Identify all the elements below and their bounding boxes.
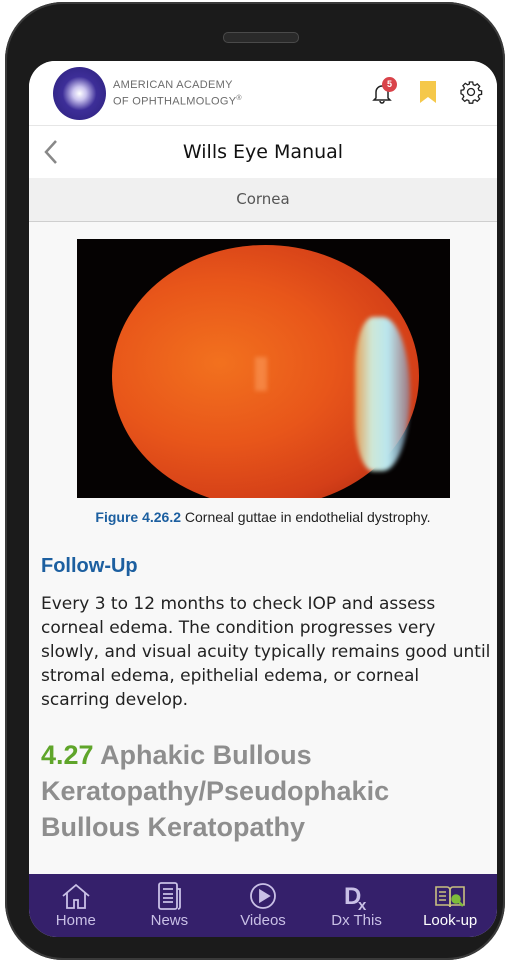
app-screen: AMERICAN ACADEMY OF OPHTHALMOLOGY® 5 Wil… — [29, 61, 497, 937]
app-header: AMERICAN ACADEMY OF OPHTHALMOLOGY® 5 — [29, 61, 497, 126]
bookmarks-button[interactable] — [420, 81, 438, 105]
registered-mark: ® — [236, 95, 242, 102]
logo-line-1: AMERICAN ACADEMY — [113, 79, 233, 91]
tab-home-label: Home — [55, 912, 96, 929]
aao-logo-text: AMERICAN ACADEMY OF OPHTHALMOLOGY® — [113, 79, 242, 109]
bookmark-icon — [420, 81, 436, 103]
notifications-button[interactable]: 5 — [370, 77, 397, 107]
figure-caption: Figure 4.26.2 Corneal guttae in endothel… — [29, 509, 497, 525]
logo-line-2: OF OPHTHALMOLOGY® — [113, 92, 242, 109]
body-paragraph: Every 3 to 12 months to check IOP and as… — [41, 594, 491, 710]
book-search-icon — [435, 886, 465, 908]
tab-news[interactable]: News — [123, 874, 217, 937]
photo-highlight — [255, 357, 267, 391]
gear-icon — [460, 81, 483, 104]
next-section-heading[interactable]: 4.27 Aphakic Bullous Keratopathy/Pseudop… — [41, 737, 481, 845]
play-circle-icon — [250, 883, 276, 909]
page-title: Wills Eye Manual — [182, 141, 344, 163]
notification-badge: 5 — [382, 77, 397, 92]
section-heading: Follow-Up — [41, 555, 138, 577]
section-label: Cornea — [29, 178, 497, 222]
figure-image[interactable] — [77, 239, 450, 498]
tab-videos[interactable]: Videos — [216, 874, 310, 937]
logo-line-2-text: OF OPHTHALMOLOGY — [113, 95, 237, 108]
nav-bar: Wills Eye Manual — [29, 126, 497, 178]
figure-number: Figure 4.26.2 — [95, 509, 181, 525]
home-icon — [62, 883, 90, 909]
tab-dx-this[interactable]: D x Dx This — [310, 874, 404, 937]
dx-icon: D x — [344, 883, 367, 910]
next-section-number: 4.27 — [41, 740, 94, 770]
news-icon — [158, 882, 182, 910]
settings-button[interactable] — [459, 80, 485, 106]
tab-news-label: News — [150, 912, 189, 929]
tab-videos-label: Videos — [240, 912, 286, 929]
phone-frame: AMERICAN ACADEMY OF OPHTHALMOLOGY® 5 Wil… — [5, 2, 505, 960]
svg-text:x: x — [358, 897, 367, 910]
tab-home[interactable]: Home — [29, 874, 123, 937]
figure-caption-text: Corneal guttae in endothelial dystrophy. — [184, 509, 431, 525]
tab-look-up-label: Look-up — [423, 912, 478, 929]
next-section-title: Aphakic Bullous Keratopathy/Pseudophakic… — [41, 740, 390, 842]
speaker-grille — [223, 32, 299, 43]
tab-look-up[interactable]: Look-up — [403, 874, 497, 937]
tab-dx-this-label: Dx This — [331, 912, 382, 929]
light-reflex — [355, 317, 410, 471]
bottom-tab-bar: Home News Videos D x Dx This Look-up — [29, 874, 497, 937]
aao-logo-icon[interactable] — [53, 67, 106, 120]
